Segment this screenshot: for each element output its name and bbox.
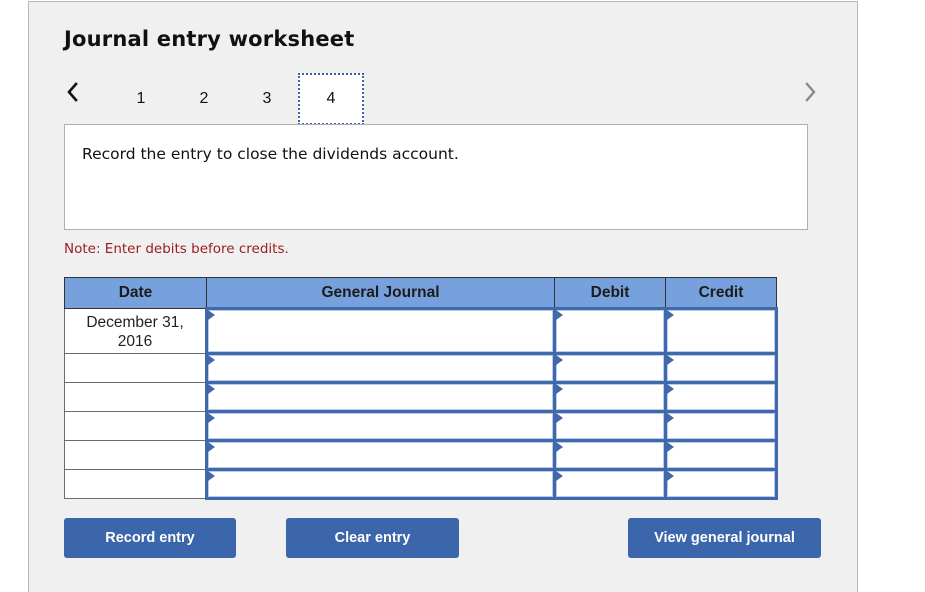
dropdown-marker-icon bbox=[208, 471, 215, 481]
account-input-cell bbox=[205, 410, 556, 442]
debit-input-cell bbox=[553, 307, 667, 355]
debit-input[interactable] bbox=[556, 413, 664, 439]
account-input[interactable] bbox=[208, 355, 553, 381]
account-input[interactable] bbox=[208, 384, 553, 410]
tab-2[interactable]: 2 bbox=[172, 74, 236, 124]
tab-label: 3 bbox=[262, 90, 272, 107]
debit-input[interactable] bbox=[556, 355, 664, 381]
date-cell bbox=[64, 353, 207, 383]
header-debit: Debit bbox=[554, 277, 666, 309]
dropdown-marker-icon bbox=[208, 413, 215, 423]
dropdown-marker-icon bbox=[208, 355, 215, 365]
worksheet-title: Journal entry worksheet bbox=[64, 27, 355, 51]
dropdown-marker-icon bbox=[556, 442, 563, 452]
journal-row bbox=[64, 439, 778, 471]
credit-input[interactable] bbox=[667, 413, 775, 439]
header-date: Date bbox=[64, 277, 207, 309]
tab-label: 1 bbox=[136, 90, 146, 107]
account-input-cell bbox=[205, 381, 556, 413]
credit-input[interactable] bbox=[667, 355, 775, 381]
journal-row bbox=[64, 381, 778, 413]
journal-row: December 31, 2016 bbox=[64, 307, 778, 355]
account-input[interactable] bbox=[208, 413, 553, 439]
account-input-cell bbox=[205, 439, 556, 471]
dropdown-marker-icon bbox=[667, 355, 674, 365]
prev-button[interactable] bbox=[63, 78, 83, 106]
prompt-box: Record the entry to close the dividends … bbox=[64, 124, 808, 230]
debit-input[interactable] bbox=[556, 442, 664, 468]
debit-input[interactable] bbox=[556, 384, 664, 410]
date-cell bbox=[64, 440, 207, 470]
date-value bbox=[65, 412, 205, 416]
dropdown-marker-icon bbox=[556, 355, 563, 365]
date-value: December 31, 2016 bbox=[86, 314, 184, 350]
dropdown-marker-icon bbox=[667, 471, 674, 481]
chevron-right-icon bbox=[805, 82, 816, 102]
credit-input-cell bbox=[664, 410, 778, 442]
credit-input-cell bbox=[664, 307, 778, 355]
header-general-journal: General Journal bbox=[206, 277, 555, 309]
dropdown-marker-icon bbox=[667, 384, 674, 394]
dropdown-marker-icon bbox=[208, 310, 215, 320]
credit-input[interactable] bbox=[667, 471, 775, 497]
date-cell bbox=[64, 382, 207, 412]
date-cell: December 31, 2016 bbox=[64, 308, 207, 354]
tab-1[interactable]: 1 bbox=[109, 74, 173, 124]
worksheet-panel: Journal entry worksheet 1 2 3 4 Record t… bbox=[28, 1, 858, 592]
dropdown-marker-icon bbox=[208, 442, 215, 452]
debit-input-cell bbox=[553, 352, 667, 384]
dropdown-marker-icon bbox=[667, 442, 674, 452]
record-entry-button[interactable]: Record entry bbox=[64, 518, 236, 558]
journal-table: Date General Journal Debit Credit Decemb… bbox=[64, 277, 778, 500]
date-value bbox=[65, 354, 205, 358]
dropdown-marker-icon bbox=[556, 384, 563, 394]
debit-input-cell bbox=[553, 439, 667, 471]
debit-credit-note: Note: Enter debits before credits. bbox=[64, 241, 289, 257]
date-value bbox=[65, 441, 205, 445]
prompt-text: Record the entry to close the dividends … bbox=[82, 145, 459, 163]
dropdown-marker-icon bbox=[667, 413, 674, 423]
date-cell bbox=[64, 411, 207, 441]
journal-header-row: Date General Journal Debit Credit bbox=[64, 277, 777, 309]
credit-input-cell bbox=[664, 468, 778, 500]
date-value bbox=[65, 383, 205, 387]
account-input[interactable] bbox=[208, 442, 553, 468]
debit-input-cell bbox=[553, 381, 667, 413]
journal-row bbox=[64, 468, 778, 500]
account-input-cell bbox=[205, 468, 556, 500]
debit-input[interactable] bbox=[556, 471, 664, 497]
journal-row bbox=[64, 410, 778, 442]
dropdown-marker-icon bbox=[556, 310, 563, 320]
tab-label: 2 bbox=[199, 90, 209, 107]
tab-4[interactable]: 4 bbox=[298, 73, 364, 125]
header-credit: Credit bbox=[665, 277, 777, 309]
credit-input-cell bbox=[664, 352, 778, 384]
dropdown-marker-icon bbox=[208, 384, 215, 394]
date-value bbox=[65, 470, 205, 474]
credit-input-cell bbox=[664, 381, 778, 413]
chevron-left-icon bbox=[67, 82, 78, 102]
debit-input-cell bbox=[553, 468, 667, 500]
date-cell bbox=[64, 469, 207, 499]
account-input[interactable] bbox=[208, 310, 553, 352]
account-input-cell bbox=[205, 352, 556, 384]
tab-label: 4 bbox=[326, 90, 336, 107]
tab-3[interactable]: 3 bbox=[235, 74, 299, 124]
view-general-journal-button[interactable]: View general journal bbox=[628, 518, 821, 558]
dropdown-marker-icon bbox=[556, 413, 563, 423]
account-input-cell bbox=[205, 307, 556, 355]
clear-entry-button[interactable]: Clear entry bbox=[286, 518, 459, 558]
next-button[interactable] bbox=[800, 78, 820, 106]
account-input[interactable] bbox=[208, 471, 553, 497]
credit-input[interactable] bbox=[667, 384, 775, 410]
debit-input-cell bbox=[553, 410, 667, 442]
credit-input[interactable] bbox=[667, 442, 775, 468]
debit-input[interactable] bbox=[556, 310, 664, 352]
dropdown-marker-icon bbox=[667, 310, 674, 320]
credit-input-cell bbox=[664, 439, 778, 471]
dropdown-marker-icon bbox=[556, 471, 563, 481]
credit-input[interactable] bbox=[667, 310, 775, 352]
journal-row bbox=[64, 352, 778, 384]
